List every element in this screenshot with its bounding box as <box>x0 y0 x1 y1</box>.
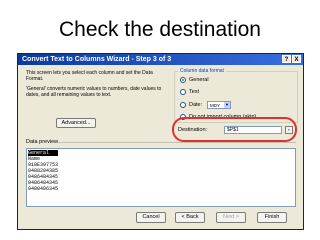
radio-date[interactable]: Date: <box>180 101 202 109</box>
close-button[interactable]: X <box>292 55 301 63</box>
destination-highlight-ellipse <box>172 117 297 142</box>
advanced-button[interactable]: Advanced... <box>56 118 96 128</box>
slide-title: Check the destination <box>59 18 261 41</box>
data-preview-divider <box>58 142 296 143</box>
chevron-down-icon[interactable]: ▼ <box>224 102 230 108</box>
next-button[interactable]: Next > <box>216 212 246 223</box>
column-data-format-group: Column data format General Text Date: MD… <box>174 68 298 123</box>
radio-general-indicator[interactable] <box>180 77 186 83</box>
date-format-value: MDY <box>210 103 220 108</box>
data-preview-panel[interactable]: General Name 018E397753 0488294385 04864… <box>26 148 296 207</box>
radio-text-indicator[interactable] <box>180 89 186 95</box>
cancel-button[interactable]: Cancel <box>136 212 166 223</box>
radio-text-label: Text <box>189 89 200 95</box>
help-button[interactable]: ? <box>282 55 291 63</box>
intro-text-2: 'General' converts numeric values to num… <box>26 86 162 98</box>
preview-row: 0488486345 <box>28 186 59 192</box>
intro-text-1: This screen lets you select each column … <box>26 70 153 82</box>
dialog-titlebar: Convert Text to Columns Wizard - Step 3 … <box>18 54 303 65</box>
radio-general-label: General <box>189 77 209 83</box>
finish-button[interactable]: Finish <box>257 212 287 223</box>
radio-date-indicator[interactable] <box>180 102 186 108</box>
preview-column[interactable]: General Name 018E397753 0488294385 04864… <box>28 150 59 192</box>
radio-general[interactable]: General <box>180 76 209 84</box>
back-button[interactable]: < Back <box>175 212 205 223</box>
radio-text[interactable]: Text <box>180 88 199 96</box>
column-data-format-legend: Column data format <box>178 68 226 74</box>
date-format-select[interactable]: MDY ▼ <box>207 101 231 109</box>
data-preview-label: Data preview <box>26 139 59 145</box>
radio-date-label: Date: <box>189 102 203 108</box>
dialog-title: Convert Text to Columns Wizard - Step 3 … <box>22 56 172 63</box>
